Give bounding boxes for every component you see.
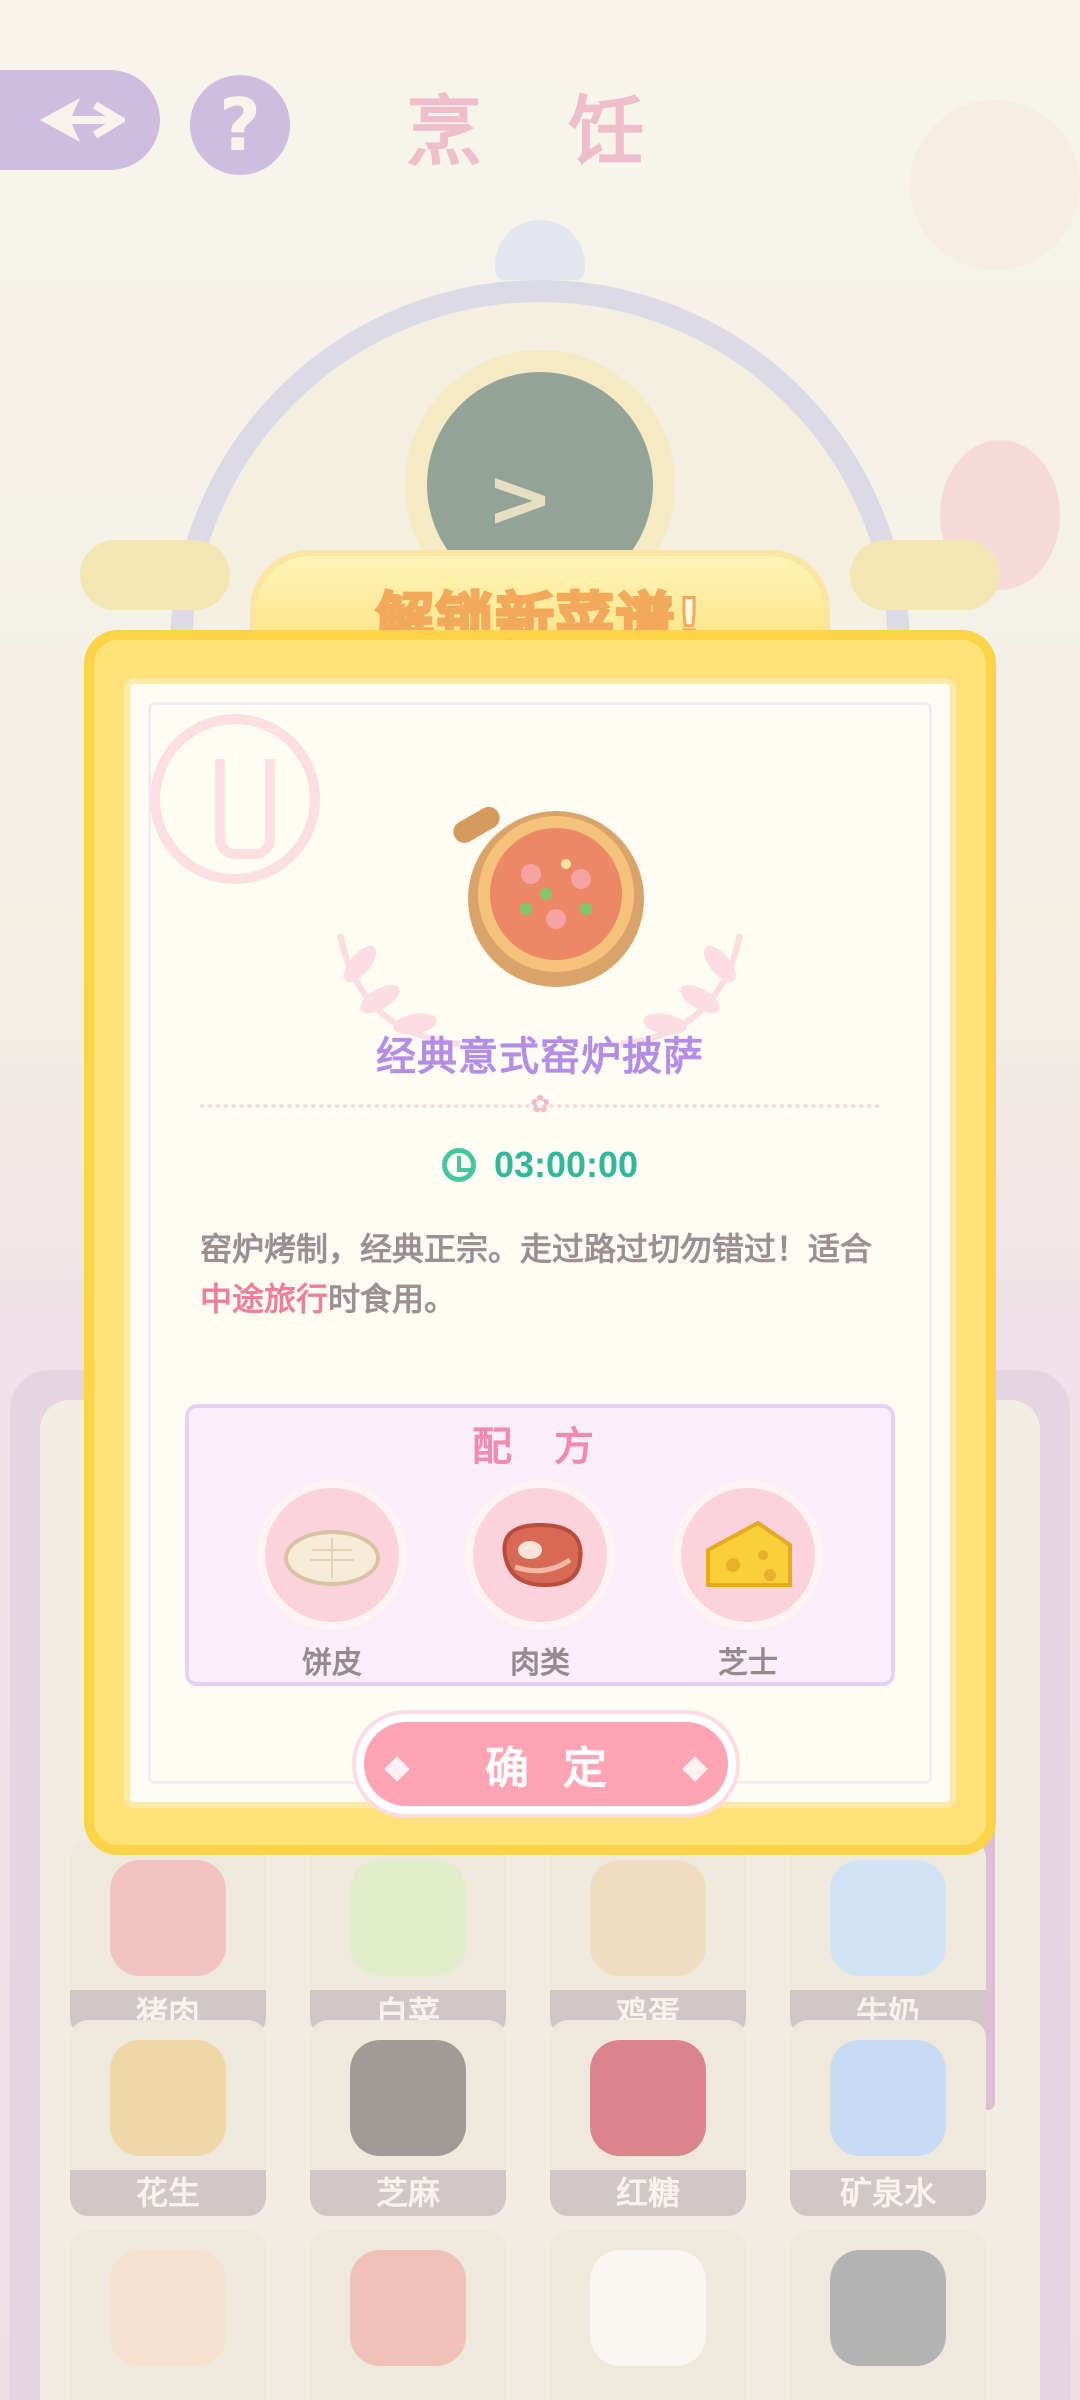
pizza-icon — [453, 806, 644, 987]
dish-name: 经典意式窑炉披萨 — [376, 1034, 704, 1080]
clock-icon — [441, 1148, 476, 1182]
confirm-label: 确定 — [485, 1743, 641, 1794]
ingredient-circle — [673, 1480, 823, 1630]
unlock-recipe-dialog: 经典意式窑炉披萨 ✿ 03:00:00 窑炉烤制，经典正宗。走过路过切勿错过！适… — [84, 630, 996, 1855]
dish-description: 窑炉烤制，经典正宗。走过路过切勿错过！适合中途旅行时食用。 — [200, 1224, 890, 1324]
description-text: 窑炉烤制，经典正宗。走过路过切勿错过！适合 — [200, 1230, 873, 1268]
meat-icon — [502, 1522, 583, 1588]
ingredient-label: 肉类 — [510, 1646, 570, 1681]
cheese-icon — [706, 1520, 792, 1587]
dialog-card: 经典意式窑炉披萨 ✿ 03:00:00 窑炉烤制，经典正宗。走过路过切勿错过！适… — [124, 678, 956, 1814]
ingredient-crust: 饼皮 — [257, 1480, 407, 1682]
description-highlight: 中途旅行 — [200, 1280, 329, 1318]
confirm-button[interactable]: 确定 — [356, 1714, 736, 1814]
recipe-title: 配 方 — [472, 1424, 608, 1470]
recipe-box: 配 方 饼皮 肉类 芝士 — [185, 1404, 895, 1686]
timer-value: 03:00:00 — [493, 1144, 639, 1185]
description-text-end: 时食用。 — [328, 1280, 457, 1318]
ingredient-circle — [465, 1480, 615, 1630]
ingredient-label: 芝士 — [718, 1646, 778, 1681]
crust-icon — [284, 1530, 380, 1586]
ingredient-label: 饼皮 — [302, 1646, 362, 1681]
cook-timer: 03:00:00 — [130, 1144, 950, 1186]
ingredient-circle — [257, 1480, 407, 1630]
dish-display — [130, 794, 950, 1047]
bow-icon: ✿ — [529, 1090, 551, 1118]
ingredient-cheese: 芝士 — [673, 1480, 823, 1682]
ingredient-meat: 肉类 — [465, 1480, 615, 1682]
